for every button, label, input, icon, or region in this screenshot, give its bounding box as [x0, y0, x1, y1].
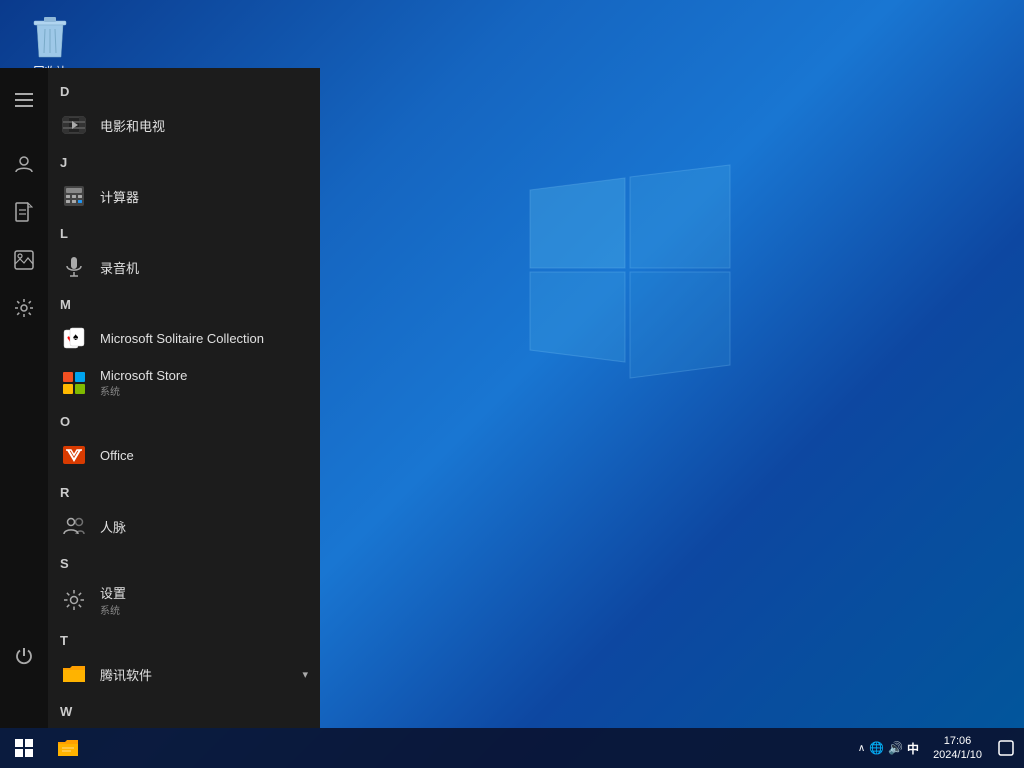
section-header-m: M	[48, 289, 320, 316]
section-header-l: L	[48, 218, 320, 245]
app-item-solitaire[interactable]: ♥ ♠ Microsoft Solitaire Collection	[48, 316, 320, 360]
taskbar: ∧ 🌐 🔊 中 17:06 2024/1/10	[0, 728, 1024, 768]
app-item-store[interactable]: Microsoft Store 系统	[48, 360, 320, 406]
start-menu-sidebar	[0, 68, 48, 728]
section-header-s: S	[48, 548, 320, 575]
app-item-recorder[interactable]: 录音机	[48, 245, 320, 289]
taskbar-tray: ∧ 🌐 🔊 中 17:06 2024/1/10	[858, 734, 1024, 763]
movies-label: 电影和电视	[100, 116, 165, 135]
recycle-bin-image	[30, 15, 70, 59]
section-header-t: T	[48, 625, 320, 652]
office-label: Office	[100, 448, 134, 463]
store-label: Microsoft Store	[100, 368, 187, 383]
section-header-o: O	[48, 406, 320, 433]
user-profile-button[interactable]	[0, 140, 48, 188]
tencent-folder-icon	[60, 660, 88, 688]
solitaire-label: Microsoft Solitaire Collection	[100, 331, 264, 346]
app-item-movies[interactable]: 电影和电视	[48, 103, 320, 147]
section-header-j: J	[48, 147, 320, 174]
taskbar-file-explorer-button[interactable]	[48, 728, 88, 768]
section-header-d: D	[48, 76, 320, 103]
movies-icon	[60, 111, 88, 139]
settings-sidebar-button[interactable]	[0, 284, 48, 332]
recorder-label: 录音机	[100, 258, 139, 277]
calculator-icon	[60, 182, 88, 210]
tencent-label: 腾讯软件	[100, 665, 152, 684]
hamburger-menu-button[interactable]	[0, 76, 48, 124]
start-button[interactable]	[0, 728, 48, 768]
tencent-folder-arrow: ▾	[302, 668, 308, 681]
app-item-office[interactable]: Office	[48, 433, 320, 477]
recorder-icon	[60, 253, 88, 281]
notification-center-button[interactable]	[996, 738, 1016, 758]
network-icon: 🌐	[869, 741, 884, 755]
documents-button[interactable]	[0, 188, 48, 236]
app-item-settings[interactable]: 设置 系统	[48, 575, 320, 625]
contacts-icon	[60, 512, 88, 540]
settings-sublabel: 系统	[100, 602, 126, 617]
ime-lang-indicator[interactable]: 中	[907, 740, 919, 757]
app-item-calculator[interactable]: 计算器	[48, 174, 320, 218]
clock[interactable]: 17:06 2024/1/10	[925, 734, 990, 763]
office-icon	[60, 441, 88, 469]
clock-date: 2024/1/10	[933, 748, 982, 762]
app-list[interactable]: D 电影和电视 J	[48, 68, 320, 728]
windows-logo-wallpaper	[520, 160, 740, 380]
desktop: 回收站	[0, 0, 1024, 768]
power-button[interactable]	[0, 632, 48, 680]
app-item-tencent[interactable]: 腾讯软件 ▾	[48, 652, 320, 696]
system-tray-icons: ∧ 🌐 🔊 中	[858, 740, 919, 757]
settings-icon	[60, 586, 88, 614]
section-header-r: R	[48, 477, 320, 504]
solitaire-icon: ♥ ♠	[60, 324, 88, 352]
tray-chevron[interactable]: ∧	[858, 743, 865, 754]
calculator-label: 计算器	[100, 187, 139, 206]
svg-text:♠: ♠	[73, 332, 79, 343]
contacts-label: 人脉	[100, 517, 126, 536]
clock-time: 17:06	[933, 734, 982, 748]
settings-text-block: 设置 系统	[100, 583, 126, 617]
settings-label: 设置	[100, 586, 126, 601]
photos-button[interactable]	[0, 236, 48, 284]
app-item-contacts[interactable]: 人脉	[48, 504, 320, 548]
section-header-w: W	[48, 696, 320, 723]
start-menu: D 电影和电视 J	[0, 68, 320, 728]
speaker-icon[interactable]: 🔊	[888, 741, 903, 755]
store-icon	[60, 369, 88, 397]
store-text-block: Microsoft Store 系统	[100, 368, 187, 398]
store-sublabel: 系统	[100, 383, 187, 398]
